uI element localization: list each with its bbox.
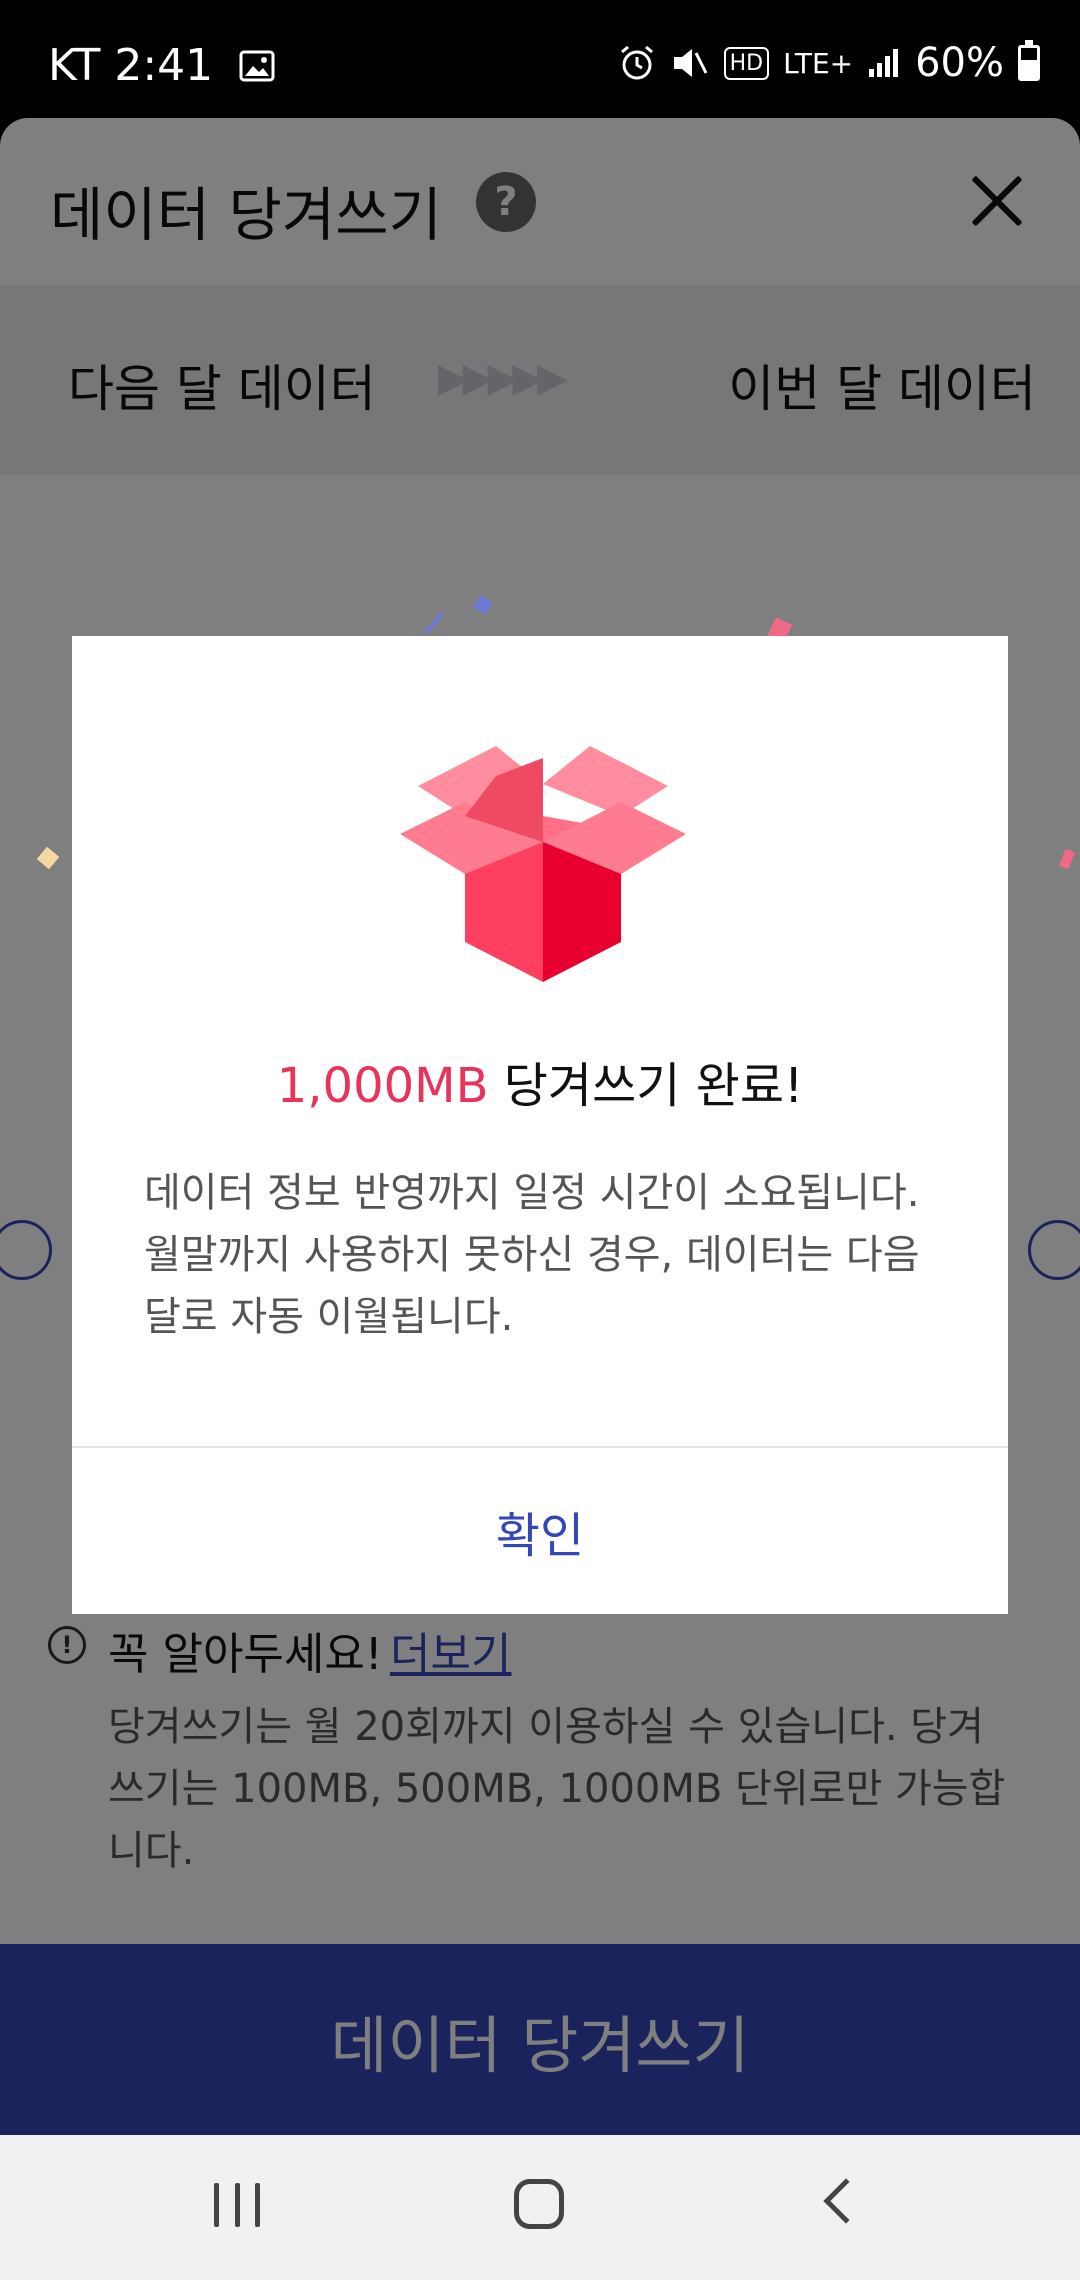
navigation-bar [0,2135,1080,2280]
dialog-title: 1,000MB 당겨쓰기 완료! [72,1046,1008,1116]
dialog-message: 데이터 정보 반영까지 일정 시간이 소요됩니다. 월말까지 사용하지 못하신 … [144,1170,920,1340]
completion-dialog: 1,000MB 당겨쓰기 완료! 데이터 정보 반영까지 일정 시간이 소요됩니… [72,636,1008,1614]
recents-icon[interactable] [214,2183,260,2227]
gift-box-icon [400,746,686,982]
alarm-icon [618,44,656,82]
carrier-label: KT [48,40,101,91]
battery-percent: 60% [915,40,1004,86]
clock: 2:41 [114,40,214,91]
confirm-button[interactable]: 확인 [72,1448,1008,1614]
status-right: HD LTE+ 60% [618,40,1040,86]
dialog-title-text: 당겨쓰기 완료! [488,1058,804,1114]
hd-voice-icon: HD [723,46,770,80]
status-time: KT 2:41 [48,40,213,91]
battery-fill [1021,60,1037,78]
back-icon[interactable] [823,2178,869,2224]
signal-icon [867,47,901,79]
status-left: KT 2:41 [48,40,275,91]
status-bar: KT 2:41 HD LTE+ 60% [0,0,1080,118]
home-icon[interactable] [514,2179,564,2229]
network-type: LTE+ [783,46,854,80]
gallery-notification-icon [239,50,275,82]
battery-icon [1018,40,1040,81]
mute-icon [670,45,710,81]
dialog-amount: 1,000MB [276,1058,489,1114]
